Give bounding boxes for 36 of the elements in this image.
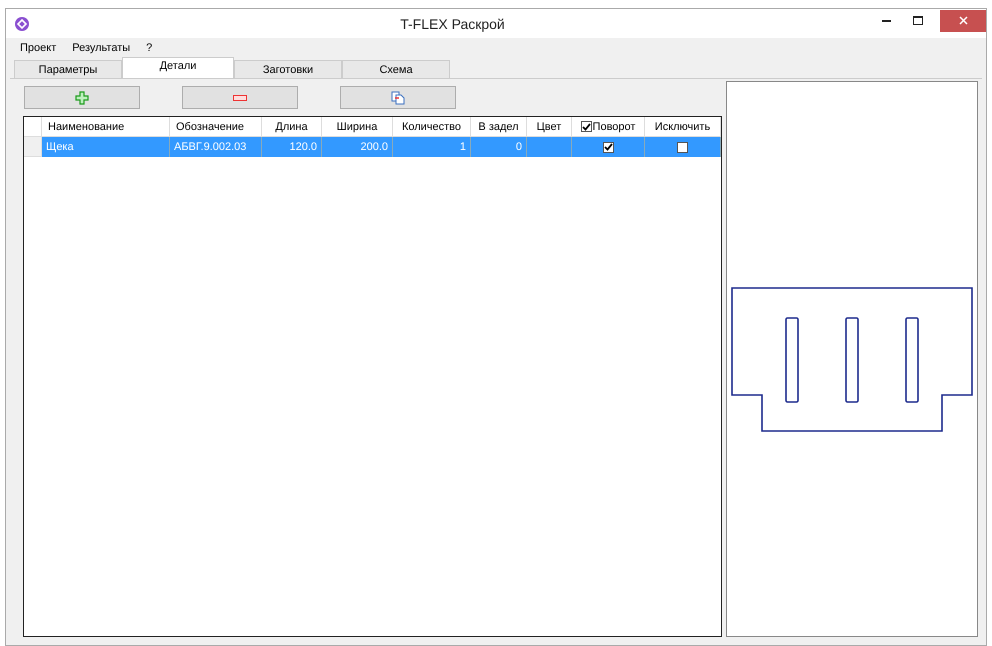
table-cell: 0 xyxy=(471,137,527,157)
table-cell: 1 xyxy=(393,137,471,157)
app-logo-icon xyxy=(15,16,29,30)
table-cell: АБВГ.9.002.03 xyxy=(170,137,262,157)
close-icon xyxy=(958,16,968,25)
column-header-label: Обозначение xyxy=(176,120,244,132)
tab[interactable]: Параметры xyxy=(14,60,122,78)
column-header-label: Количество xyxy=(402,120,462,132)
column-header-label: Цвет xyxy=(536,120,562,132)
minus-icon xyxy=(233,94,247,100)
table-cell: 200.0 xyxy=(322,137,393,157)
table-cell: Щека xyxy=(42,137,170,157)
column-header-label: В задел xyxy=(478,120,519,132)
copy-icon xyxy=(391,90,405,104)
checkbox[interactable] xyxy=(677,142,688,152)
tab[interactable]: Схема xyxy=(342,60,450,78)
column-header-label: Поворот xyxy=(592,120,636,132)
maximize-icon xyxy=(913,16,923,25)
table-cell xyxy=(527,137,572,157)
column-header-label: Ширина xyxy=(336,120,378,132)
checkbox[interactable] xyxy=(602,142,614,152)
close-button[interactable] xyxy=(940,10,986,32)
column-header-label: Длина xyxy=(275,120,308,132)
column-header-label: Исключить xyxy=(654,120,710,132)
window-title: T-FLEX Раскрой xyxy=(400,16,505,32)
menu-item[interactable]: Проект xyxy=(14,41,62,55)
minimize-icon xyxy=(882,20,890,22)
table-cell: 120.0 xyxy=(262,137,322,157)
checkbox[interactable] xyxy=(580,121,592,132)
tab[interactable]: Заготовки xyxy=(234,60,342,78)
copy-button[interactable] xyxy=(340,86,456,109)
tab[interactable]: Детали xyxy=(122,57,234,78)
menu-item[interactable]: Результаты xyxy=(66,41,136,55)
column-header-label: Наименование xyxy=(48,120,124,132)
menu-item[interactable]: ? xyxy=(140,41,158,55)
plus-icon xyxy=(75,90,89,104)
